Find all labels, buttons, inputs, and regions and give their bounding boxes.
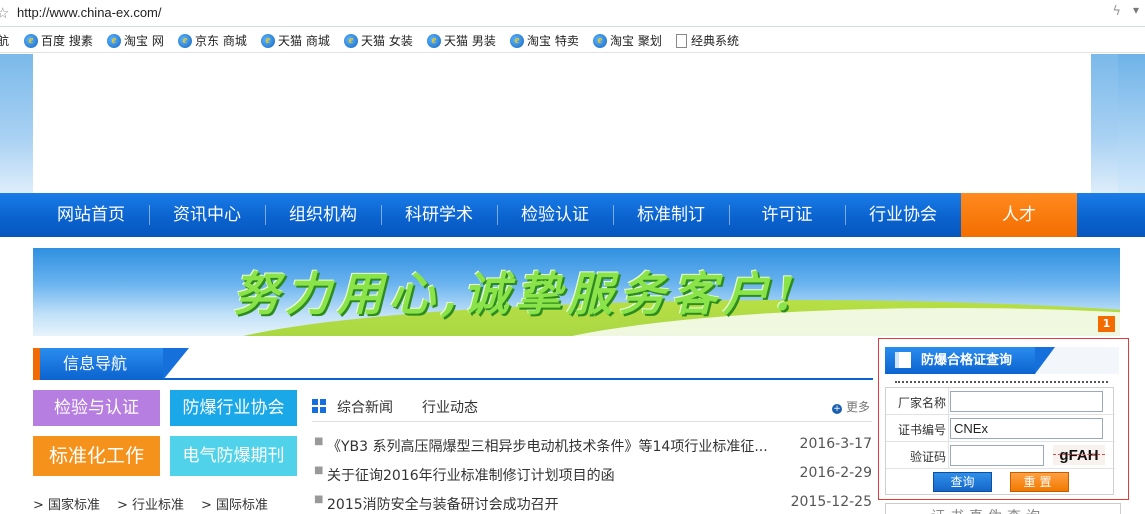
grid-icon [312, 399, 326, 413]
cert-authenticity-box: 证书真伪查询 [885, 503, 1121, 514]
inspection-certification-button[interactable]: 检验与认证 [33, 390, 160, 426]
standardization-button[interactable]: 标准化工作 [33, 436, 160, 476]
cert-query-form: 厂家名称 证书编号 验证码 gFAH 查询 重置 [885, 387, 1115, 495]
field-row-cert-number: 证书编号 [886, 415, 1115, 442]
favorites-bar: 航 e 百度 搜素 e 淘宝 网 e 京东 商城 e 天猫 商城 e 天猫 女装 e 天猫 … [0, 27, 1145, 53]
journal-button[interactable]: 电气防爆期刊 [170, 436, 297, 476]
address-bar[interactable]: ☆ http://www.china-ex.com/ ϟ ▾ [0, 0, 1145, 27]
query-button[interactable]: 查询 [933, 472, 992, 492]
favorite-item-jd[interactable]: e 京东 商城 [178, 32, 247, 49]
favorite-item-taobao-sale[interactable]: e 淘宝 特卖 [510, 32, 579, 49]
captcha-input[interactable] [950, 445, 1044, 466]
nav-item-association[interactable]: 行业协会 [845, 193, 961, 237]
book-icon [895, 352, 911, 368]
url-text[interactable]: http://www.china-ex.com/ [17, 5, 162, 20]
cert-authenticity-title: 证书真伪查询 [931, 506, 1045, 514]
link-international-standard[interactable]: > 国际标准 [201, 494, 268, 513]
favorite-item-tmall-women[interactable]: e 天猫 女装 [344, 32, 413, 49]
favorite-item-taobao[interactable]: e 淘宝 网 [107, 32, 164, 49]
more-link[interactable]: + 更多 [831, 398, 870, 415]
banner-slogan: 努力用心,诚挚服务客户! [233, 267, 802, 321]
captcha-label: 验证码 [909, 450, 946, 464]
reset-button[interactable]: 重置 [1010, 472, 1069, 492]
field-row-manufacturer: 厂家名称 [886, 388, 1115, 415]
header-logo-area [33, 54, 1091, 193]
ie-icon: e [344, 33, 358, 48]
explosion-proof-association-button[interactable]: 防爆行业协会 [170, 390, 297, 426]
ie-icon: e [24, 33, 38, 48]
link-national-standard[interactable]: > 国家标准 [33, 494, 100, 513]
news-item[interactable]: ■ 关于征询2016年行业标准制修订计划项目的函 2016-2-29 [312, 465, 872, 485]
nav-item-home[interactable]: 网站首页 [33, 193, 149, 237]
nav-item-license[interactable]: 许可证 [729, 193, 845, 237]
bullet-icon: ■ [314, 465, 324, 476]
news-date: 2016-2-29 [799, 465, 872, 481]
ie-icon: e [178, 33, 192, 48]
dropdown-icon[interactable]: ▾ [1133, 3, 1139, 17]
cert-number-label: 证书编号 [897, 423, 946, 437]
favorite-star-icon[interactable]: ☆ [0, 4, 9, 22]
news-item[interactable]: ■ 2015消防安全与装备研讨会成功召开 2015-12-25 [312, 494, 872, 514]
header-right-decor [1118, 54, 1145, 194]
page-icon [676, 33, 687, 48]
main-nav: 网站首页 资讯中心 组织机构 科研学术 检验认证 标准制订 许可证 行业协会 人… [0, 193, 1145, 237]
captcha-image[interactable]: gFAH [1053, 445, 1105, 465]
favorite-item-classic[interactable]: 经典系统 [676, 32, 739, 49]
nav-item-research[interactable]: 科研学术 [381, 193, 497, 237]
plus-icon: + [831, 404, 842, 414]
info-nav-title: 信息导航 [33, 348, 189, 380]
hero-banner[interactable]: 努力用心,诚挚服务客户! [33, 248, 1120, 336]
nav-item-inspection[interactable]: 检验认证 [497, 193, 613, 237]
news-date: 2015-12-25 [790, 494, 872, 510]
field-row-captcha: 验证码 gFAH [886, 442, 1115, 469]
news-title[interactable]: 2015消防安全与装备研讨会成功召开 [327, 494, 787, 514]
link-industry-standard[interactable]: > 行业标准 [117, 494, 184, 513]
nav-item-organization[interactable]: 组织机构 [265, 193, 381, 237]
ie-icon: e [427, 33, 441, 48]
nav-item-standards[interactable]: 标准制订 [613, 193, 729, 237]
news-title[interactable]: 关于征询2016年行业标准制修订计划项目的函 [327, 465, 787, 485]
manufacturer-input[interactable] [950, 391, 1103, 412]
bullet-icon: ■ [314, 494, 324, 505]
ie-icon: e [261, 33, 275, 48]
favorite-item-taobao-ju[interactable]: e 淘宝 聚划 [593, 32, 662, 49]
compatibility-icon[interactable]: ϟ [1112, 4, 1121, 19]
favorite-item-tmall[interactable]: e 天猫 商城 [261, 32, 330, 49]
favorite-item-partial[interactable]: 航 [0, 32, 9, 49]
ie-icon: e [510, 33, 524, 48]
favorite-item-baidu[interactable]: e 百度 搜素 [24, 32, 93, 49]
tab-industry-news[interactable]: 行业动态 [422, 397, 478, 417]
manufacturer-label: 厂家名称 [897, 396, 946, 410]
news-item[interactable]: ■ 《YB3 系列高压隔爆型三相异步电动机技术条件》等14项行业标准征... 2… [312, 436, 872, 456]
ie-icon: e [593, 33, 607, 48]
banner-page-badge[interactable]: 1 [1098, 316, 1115, 332]
tab-general-news[interactable]: 综合新闻 [337, 397, 393, 417]
dotted-divider [895, 381, 1108, 383]
news-tabs: 综合新闻 行业动态 + 更多 [312, 390, 872, 422]
news-date: 2016-3-17 [799, 436, 872, 452]
ie-icon: e [107, 33, 121, 48]
bullet-icon: ■ [314, 436, 324, 447]
nav-item-news-center[interactable]: 资讯中心 [149, 193, 265, 237]
cert-query-header: 防爆合格证查询 [885, 347, 1119, 374]
info-nav-header: 信息导航 [33, 346, 873, 380]
favorite-item-tmall-men[interactable]: e 天猫 男装 [427, 32, 496, 49]
cert-number-input[interactable] [950, 418, 1103, 439]
nav-item-talent[interactable]: 人才 [961, 193, 1077, 237]
news-title[interactable]: 《YB3 系列高压隔爆型三相异步电动机技术条件》等14项行业标准征... [327, 436, 787, 456]
